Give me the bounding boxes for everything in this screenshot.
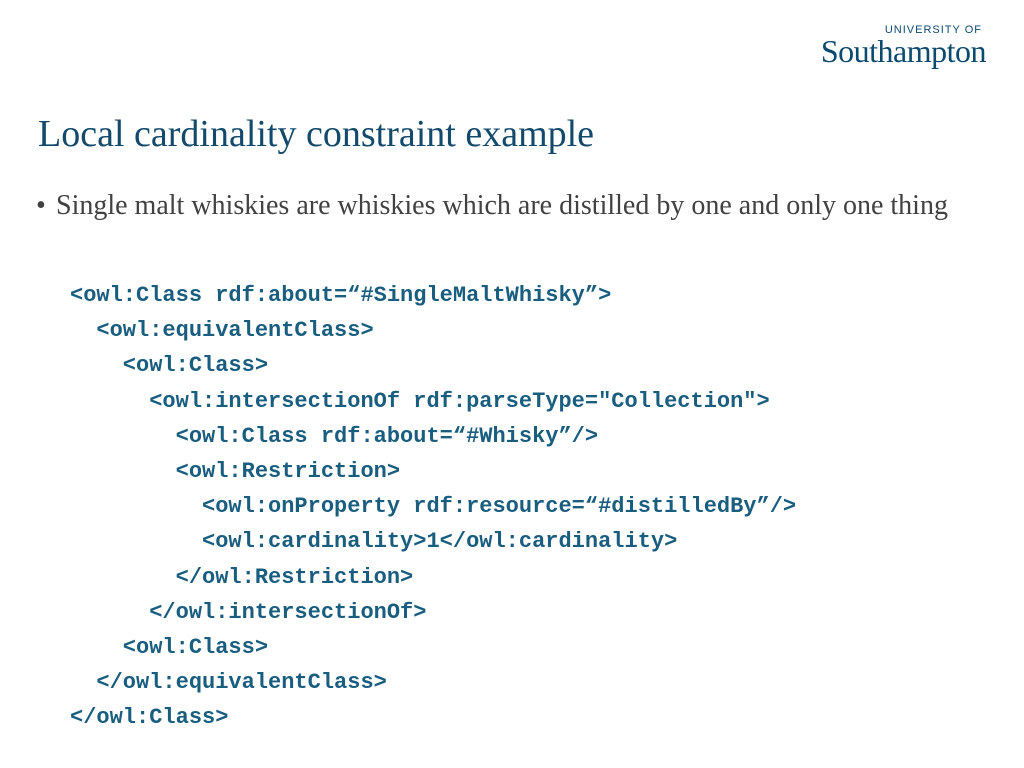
- bullet-text: Single malt whiskies are whiskies which …: [38, 188, 964, 223]
- bullet-marker: •: [36, 188, 46, 223]
- code-line: <owl:cardinality>1</owl:cardinality>: [70, 529, 677, 554]
- code-line: </owl:Restriction>: [70, 565, 413, 590]
- code-line: <owl:Class rdf:about=“#Whisky”/>: [70, 424, 598, 449]
- bullet-point: • Single malt whiskies are whiskies whic…: [38, 188, 964, 223]
- logo-name: Southampton: [821, 36, 986, 66]
- code-line: <owl:equivalentClass>: [70, 318, 374, 343]
- code-line: <owl:Class>: [70, 635, 268, 660]
- code-line: </owl:intersectionOf>: [70, 600, 426, 625]
- code-line: </owl:equivalentClass>: [70, 670, 387, 695]
- code-line: <owl:intersectionOf rdf:parseType="Colle…: [70, 389, 770, 414]
- code-example: <owl:Class rdf:about=“#SingleMaltWhisky”…: [70, 278, 796, 735]
- university-logo: UNIVERSITY OF Southampton: [821, 24, 986, 66]
- slide-title: Local cardinality constraint example: [38, 112, 594, 156]
- code-line: <owl:Restriction>: [70, 459, 400, 484]
- code-line: <owl:Class>: [70, 353, 268, 378]
- code-line: </owl:Class>: [70, 705, 228, 730]
- code-line: <owl:Class rdf:about=“#SingleMaltWhisky”…: [70, 283, 611, 308]
- code-line: <owl:onProperty rdf:resource=“#distilled…: [70, 494, 796, 519]
